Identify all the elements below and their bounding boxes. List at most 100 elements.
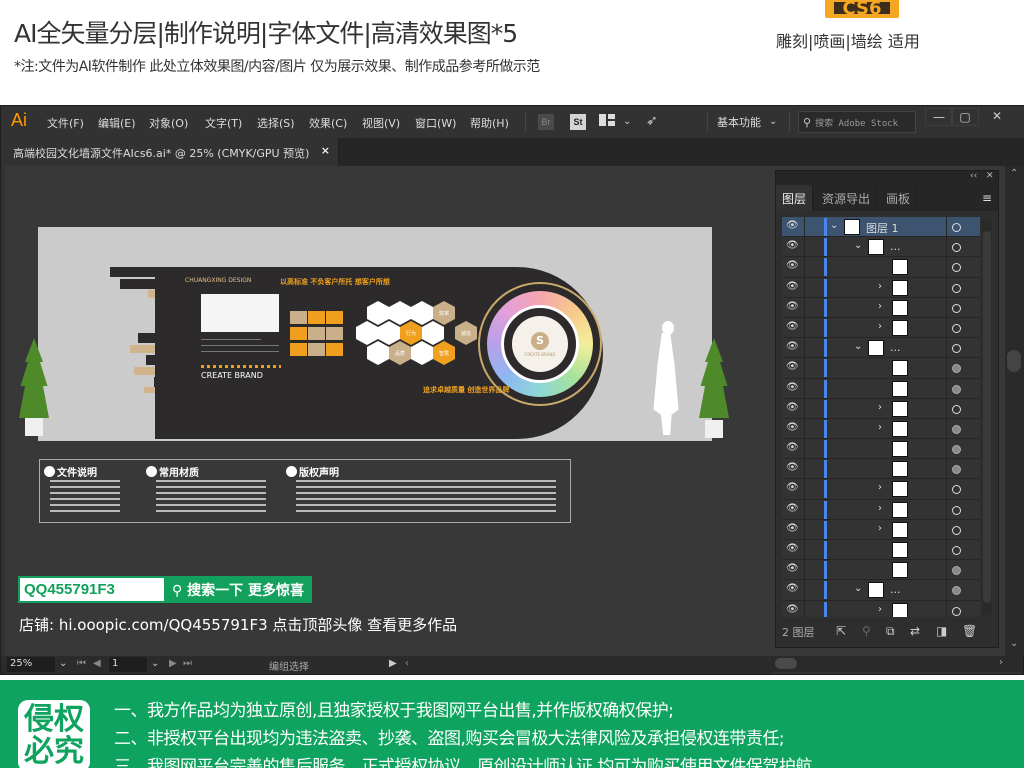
zoom-dropdown-icon[interactable]: ⌄ bbox=[59, 658, 67, 669]
target-circle-icon[interactable] bbox=[952, 323, 961, 333]
layer-row[interactable]: 👁 › bbox=[782, 398, 980, 419]
canvas-horizontal-scrollbar[interactable]: › bbox=[771, 656, 1023, 672]
workspace-chevron-icon[interactable]: ⌄ bbox=[769, 116, 777, 127]
layer-row[interactable]: 👁 › bbox=[782, 479, 980, 500]
visibility-eye-icon[interactable]: 👁 bbox=[786, 361, 800, 372]
layer-row[interactable]: 👁 bbox=[782, 358, 980, 379]
menu-help[interactable]: 帮助(H) bbox=[470, 115, 509, 131]
layer-row[interactable]: 👁 › bbox=[782, 297, 980, 318]
menu-view[interactable]: 视图(V) bbox=[362, 115, 400, 131]
menu-file[interactable]: 文件(F) bbox=[47, 115, 84, 131]
lock-toggle[interactable] bbox=[804, 600, 805, 617]
target-circle-icon[interactable] bbox=[952, 505, 961, 515]
visibility-eye-icon[interactable]: 👁 bbox=[786, 422, 800, 433]
expand-chevron-icon[interactable]: › bbox=[878, 402, 882, 413]
lock-toggle[interactable] bbox=[804, 418, 805, 439]
layer-row[interactable]: 👁 › bbox=[782, 317, 980, 339]
visibility-eye-icon[interactable]: 👁 bbox=[786, 382, 800, 393]
target-circle-icon[interactable] bbox=[952, 586, 961, 596]
visibility-eye-icon[interactable]: 👁 bbox=[786, 523, 800, 534]
lock-toggle[interactable] bbox=[804, 580, 805, 600]
scroll-right-icon[interactable]: › bbox=[999, 657, 1003, 668]
visibility-eye-icon[interactable]: 👁 bbox=[786, 281, 800, 292]
search-more-button[interactable]: ⚲ 搜索一下 更多惊喜 bbox=[166, 576, 312, 603]
lock-toggle[interactable] bbox=[804, 479, 805, 499]
visibility-eye-icon[interactable]: 👁 bbox=[786, 442, 800, 453]
close-tab-button[interactable]: × bbox=[321, 144, 330, 157]
layer-row[interactable]: 👁 › bbox=[782, 277, 980, 298]
visibility-eye-icon[interactable]: 👁 bbox=[786, 321, 800, 332]
layer-row[interactable]: 👁 bbox=[782, 257, 980, 278]
layer-name[interactable]: ... bbox=[890, 341, 901, 354]
lock-toggle[interactable] bbox=[804, 398, 805, 418]
layer-row[interactable]: 👁 bbox=[782, 378, 980, 399]
target-circle-icon[interactable] bbox=[952, 485, 961, 495]
scroll-down-icon[interactable]: ⌄ bbox=[1010, 638, 1018, 649]
layer-row[interactable]: 👁 ⌄... bbox=[782, 237, 980, 258]
artboard-dropdown-icon[interactable]: ⌄ bbox=[151, 658, 159, 669]
lock-toggle[interactable] bbox=[804, 540, 805, 560]
scrollbar-thumb[interactable] bbox=[1007, 350, 1021, 372]
expand-chevron-icon[interactable]: › bbox=[878, 503, 882, 514]
export-icon[interactable]: ⇱ bbox=[836, 624, 846, 638]
minimize-button[interactable]: — bbox=[925, 108, 953, 126]
target-circle-icon[interactable] bbox=[952, 465, 961, 475]
stock-search-input[interactable]: ⚲ 搜索 Adobe Stock bbox=[798, 111, 916, 133]
menu-type[interactable]: 文字(T) bbox=[205, 115, 242, 131]
expand-chevron-icon[interactable]: › bbox=[878, 604, 882, 615]
lock-toggle[interactable] bbox=[804, 560, 805, 580]
close-panel-icon[interactable]: ✕ bbox=[986, 171, 994, 181]
status-menu-icon[interactable]: ▶ bbox=[389, 658, 397, 669]
layer-name[interactable]: ... bbox=[890, 583, 901, 596]
menu-object[interactable]: 对象(O) bbox=[149, 115, 188, 131]
scroll-up-icon[interactable]: ⌃ bbox=[1010, 168, 1018, 179]
target-circle-icon[interactable] bbox=[952, 546, 961, 555]
lock-toggle[interactable] bbox=[804, 338, 805, 358]
visibility-eye-icon[interactable]: 👁 bbox=[786, 604, 800, 615]
canvas-vertical-scrollbar[interactable]: ⌃ ⌄ bbox=[1005, 166, 1024, 656]
target-circle-icon[interactable] bbox=[952, 424, 961, 434]
target-circle-icon[interactable] bbox=[952, 283, 961, 293]
visibility-eye-icon[interactable]: 👁 bbox=[786, 462, 800, 473]
chevron-down-icon[interactable]: ⌄ bbox=[623, 116, 631, 127]
lock-toggle[interactable] bbox=[804, 499, 805, 519]
tab-asset-export[interactable]: 资源导出 bbox=[816, 185, 878, 211]
close-window-button[interactable]: ✕ bbox=[983, 108, 1011, 126]
layer-name[interactable]: ... bbox=[890, 240, 901, 253]
layer-row[interactable]: 👁 › bbox=[782, 499, 980, 520]
bridge-icon[interactable]: Br bbox=[538, 114, 554, 130]
collapse-panel-icon[interactable]: ‹‹ bbox=[970, 171, 977, 181]
lock-toggle[interactable] bbox=[804, 317, 805, 338]
visibility-eye-icon[interactable]: 👁 bbox=[786, 543, 800, 554]
target-circle-icon[interactable] bbox=[952, 303, 961, 313]
first-artboard-icon[interactable]: ⏮ bbox=[77, 658, 86, 669]
qq-id-field[interactable]: QQ455791F3 bbox=[18, 576, 166, 603]
visibility-eye-icon[interactable]: 👁 bbox=[786, 301, 800, 312]
menu-window[interactable]: 窗口(W) bbox=[415, 115, 456, 131]
maximize-button[interactable]: ▢ bbox=[951, 108, 979, 126]
target-circle-icon[interactable] bbox=[952, 445, 961, 455]
target-circle-icon[interactable] bbox=[952, 525, 961, 535]
layer-row[interactable]: 👁 › bbox=[782, 519, 980, 540]
expand-chevron-icon[interactable]: › bbox=[878, 482, 882, 493]
lock-toggle[interactable] bbox=[804, 519, 805, 539]
target-circle-icon[interactable] bbox=[952, 243, 961, 253]
new-sublayer-icon[interactable]: ⇄ bbox=[910, 624, 920, 638]
visibility-eye-icon[interactable]: 👁 bbox=[786, 583, 800, 594]
lock-toggle[interactable] bbox=[804, 439, 805, 459]
collapse-chevron-icon[interactable]: ⌄ bbox=[854, 583, 862, 594]
layer-row[interactable]: 👁 ⌄... bbox=[782, 338, 980, 359]
shop-link-text[interactable]: 店铺: hi.ooopic.com/QQ455791F3 点击顶部头像 查看更多… bbox=[19, 614, 457, 635]
lock-toggle[interactable] bbox=[804, 378, 805, 398]
visibility-eye-icon[interactable]: 👁 bbox=[786, 563, 800, 574]
expand-chevron-icon[interactable]: › bbox=[878, 301, 882, 312]
target-circle-icon[interactable] bbox=[952, 404, 961, 414]
menu-effect[interactable]: 效果(C) bbox=[309, 115, 347, 131]
artboard[interactable]: CHUANGXING DESIGN 以高标准 不负客户所托 想客户所想 CREA… bbox=[38, 227, 712, 441]
lock-toggle[interactable] bbox=[804, 277, 805, 297]
layer-row[interactable]: 👁 ⌄... bbox=[782, 580, 980, 601]
arrange-documents-icon[interactable] bbox=[599, 114, 615, 126]
tab-layers[interactable]: 图层 bbox=[776, 185, 814, 211]
expand-chevron-icon[interactable]: › bbox=[878, 422, 882, 433]
layer-name[interactable]: 图层 1 bbox=[866, 220, 899, 236]
